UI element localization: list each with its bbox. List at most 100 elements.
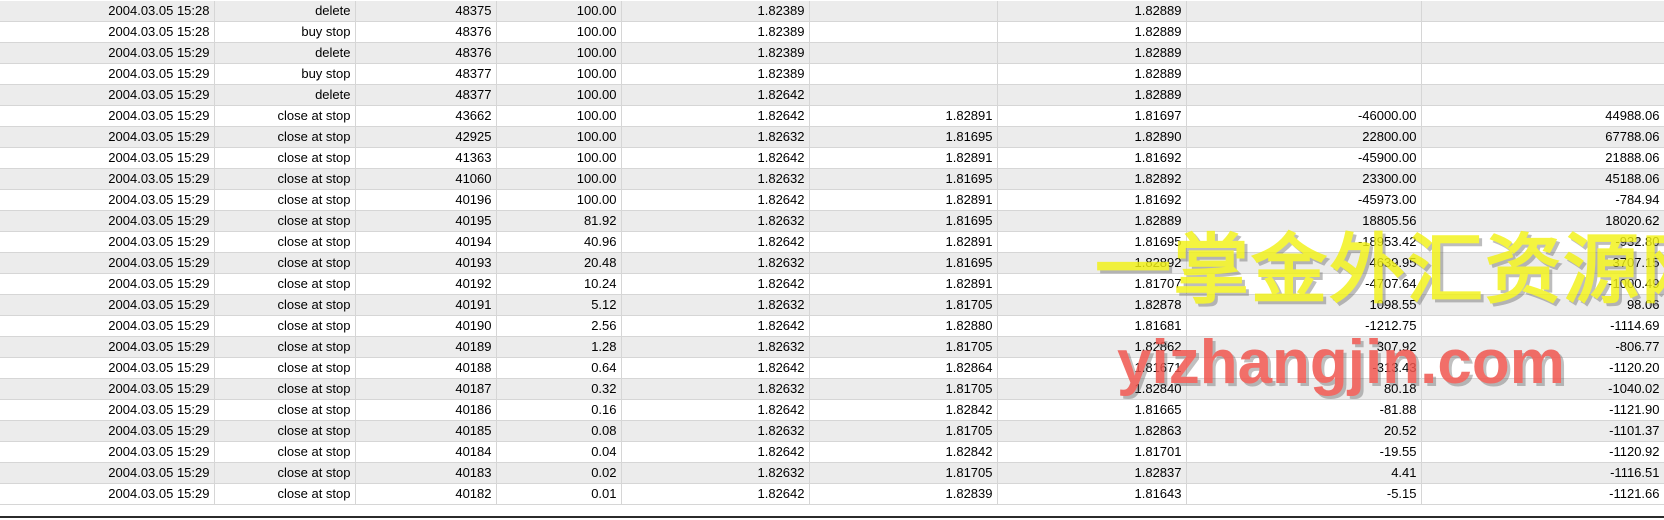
type-cell: delete: [214, 1, 356, 22]
order-cell: 40186: [355, 399, 497, 421]
profit-cell: [1186, 63, 1422, 85]
trade-history-table: 2004.03.05 15:28 delete 48375 100.00 1.82389…: [0, 1, 1664, 505]
order-cell: 48377: [355, 84, 497, 106]
balance-cell: -932.80: [1421, 231, 1664, 253]
price-cell: 1.82632: [621, 252, 810, 274]
balance-cell: 21888.06: [1421, 147, 1664, 169]
profit-cell: 18805.56: [1186, 210, 1422, 232]
type-cell: buy stop: [214, 63, 356, 85]
tp-cell: 1.82863: [997, 420, 1187, 442]
table-row[interactable]: 2004.03.05 15:29 close at stop 40189 1.28 1.…: [0, 336, 1664, 358]
order-cell: 40193: [355, 252, 497, 274]
balance-cell: -1000.49: [1421, 273, 1664, 295]
price-cell: 1.82389: [621, 1, 810, 22]
order-cell: 48376: [355, 42, 497, 64]
order-cell: 41060: [355, 168, 497, 190]
balance-cell: -784.94: [1421, 189, 1664, 211]
time-cell: 2004.03.05 15:29: [0, 168, 215, 190]
price-cell: 1.82389: [621, 63, 810, 85]
table-row[interactable]: 2004.03.05 15:29 close at stop 40184 0.04 1.…: [0, 441, 1664, 463]
sl-cell: [809, 21, 998, 43]
order-cell: 48376: [355, 21, 497, 43]
time-cell: 2004.03.05 15:29: [0, 231, 215, 253]
time-cell: 2004.03.05 15:29: [0, 273, 215, 295]
tp-cell: 1.82837: [997, 462, 1187, 484]
table-row[interactable]: 2004.03.05 15:29 buy stop 48377 100.00 1.823…: [0, 63, 1664, 85]
price-cell: 1.82642: [621, 147, 810, 169]
price-cell: 1.82642: [621, 84, 810, 106]
size-cell: 40.96: [496, 231, 622, 253]
price-cell: 1.82642: [621, 399, 810, 421]
type-cell: close at stop: [214, 336, 356, 358]
profit-cell: -81.88: [1186, 399, 1422, 421]
profit-cell: [1186, 84, 1422, 106]
sl-cell: [809, 1, 998, 22]
table-row[interactable]: 2004.03.05 15:29 close at stop 41363 100.00…: [0, 147, 1664, 169]
table-row[interactable]: 2004.03.05 15:29 close at stop 40185 0.08 1.…: [0, 420, 1664, 442]
balance-cell: [1421, 63, 1664, 85]
table-row[interactable]: 2004.03.05 15:29 close at stop 40194 40.96 1…: [0, 231, 1664, 253]
type-cell: close at stop: [214, 462, 356, 484]
size-cell: 0.04: [496, 441, 622, 463]
table-row[interactable]: 2004.03.05 15:29 close at stop 40192 10.24 1…: [0, 273, 1664, 295]
tp-cell: 1.81681: [997, 315, 1187, 337]
tp-cell: 1.82889: [997, 1, 1187, 22]
balance-cell: -1120.20: [1421, 357, 1664, 379]
price-cell: 1.82632: [621, 294, 810, 316]
time-cell: 2004.03.05 15:29: [0, 315, 215, 337]
table-row[interactable]: 2004.03.05 15:29 close at stop 41060 100.00…: [0, 168, 1664, 190]
order-cell: 40189: [355, 336, 497, 358]
trade-history-body: 2004.03.05 15:28 delete 48375 100.00 1.82389…: [0, 1, 1664, 505]
table-row[interactable]: 2004.03.05 15:29 close at stop 40196 100.00…: [0, 189, 1664, 211]
profit-cell: -4707.64: [1186, 273, 1422, 295]
size-cell: 100.00: [496, 126, 622, 148]
price-cell: 1.82632: [621, 378, 810, 400]
table-row[interactable]: 2004.03.05 15:28 delete 48375 100.00 1.82389…: [0, 1, 1664, 22]
tp-cell: 1.81665: [997, 399, 1187, 421]
profit-cell: 22800.00: [1186, 126, 1422, 148]
table-row[interactable]: 2004.03.05 15:29 close at stop 40195 81.92 1…: [0, 210, 1664, 232]
order-cell: 40196: [355, 189, 497, 211]
profit-cell: -46000.00: [1186, 105, 1422, 127]
order-cell: 48377: [355, 63, 497, 85]
order-cell: 40190: [355, 315, 497, 337]
time-cell: 2004.03.05 15:29: [0, 189, 215, 211]
type-cell: close at stop: [214, 420, 356, 442]
time-cell: 2004.03.05 15:29: [0, 294, 215, 316]
type-cell: close at stop: [214, 147, 356, 169]
order-cell: 40187: [355, 378, 497, 400]
order-cell: 40183: [355, 462, 497, 484]
table-row[interactable]: 2004.03.05 15:28 buy stop 48376 100.00 1.823…: [0, 21, 1664, 43]
sl-cell: 1.82891: [809, 273, 998, 295]
table-row[interactable]: 2004.03.05 15:29 close at stop 43662 100.00…: [0, 105, 1664, 127]
table-row[interactable]: 2004.03.05 15:29 delete 48377 100.00 1.82642…: [0, 84, 1664, 106]
balance-cell: -1121.90: [1421, 399, 1664, 421]
tp-cell: 1.82889: [997, 63, 1187, 85]
table-row[interactable]: 2004.03.05 15:29 close at stop 40190 2.56 1.…: [0, 315, 1664, 337]
table-row[interactable]: 2004.03.05 15:29 close at stop 40186 0.16 1.…: [0, 399, 1664, 421]
type-cell: close at stop: [214, 189, 356, 211]
time-cell: 2004.03.05 15:29: [0, 252, 215, 274]
table-row[interactable]: 2004.03.05 15:29 close at stop 40187 0.32 1.…: [0, 378, 1664, 400]
profit-cell: 4.41: [1186, 462, 1422, 484]
table-row[interactable]: 2004.03.05 15:29 close at stop 40188 0.64 1.…: [0, 357, 1664, 379]
profit-cell: -1212.75: [1186, 315, 1422, 337]
table-row[interactable]: 2004.03.05 15:29 close at stop 40182 0.01 1.…: [0, 483, 1664, 505]
profit-cell: [1186, 1, 1422, 22]
sl-cell: 1.81695: [809, 252, 998, 274]
price-cell: 1.82632: [621, 462, 810, 484]
table-row[interactable]: 2004.03.05 15:29 delete 48376 100.00 1.82389…: [0, 42, 1664, 64]
balance-cell: [1421, 21, 1664, 43]
table-row[interactable]: 2004.03.05 15:29 close at stop 40183 0.02 1.…: [0, 462, 1664, 484]
table-row[interactable]: 2004.03.05 15:29 close at stop 42925 100.00…: [0, 126, 1664, 148]
profit-cell: [1186, 21, 1422, 43]
size-cell: 100.00: [496, 42, 622, 64]
profit-cell: 23300.00: [1186, 168, 1422, 190]
sl-cell: 1.81705: [809, 294, 998, 316]
time-cell: 2004.03.05 15:29: [0, 84, 215, 106]
price-cell: 1.82642: [621, 357, 810, 379]
price-cell: 1.82642: [621, 483, 810, 505]
time-cell: 2004.03.05 15:29: [0, 210, 215, 232]
table-row[interactable]: 2004.03.05 15:29 close at stop 40191 5.12 1.…: [0, 294, 1664, 316]
table-row[interactable]: 2004.03.05 15:29 close at stop 40193 20.48 1…: [0, 252, 1664, 274]
